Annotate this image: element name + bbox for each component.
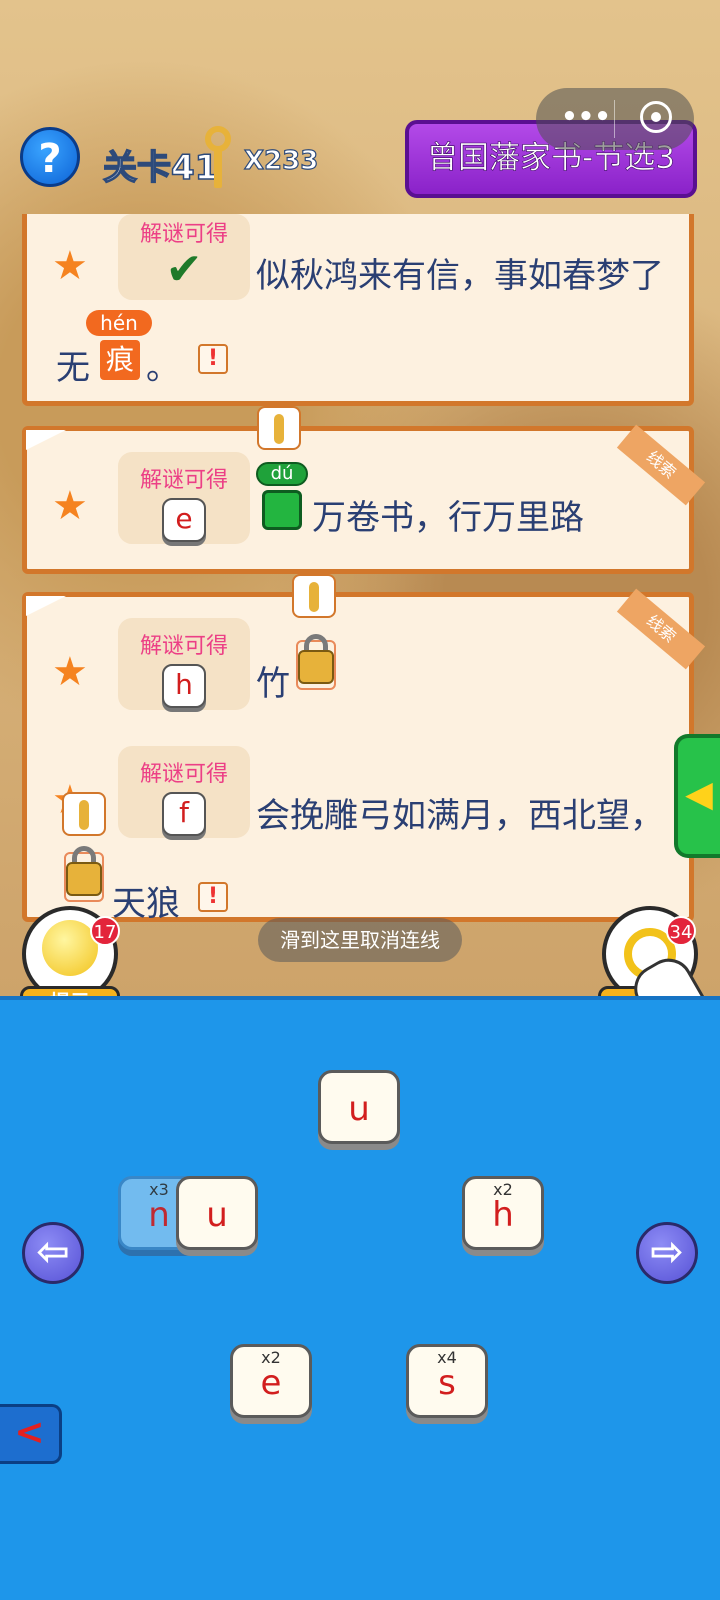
warning-icon[interactable]: ! [198, 344, 228, 374]
key-count: X233 [243, 145, 319, 176]
tile-letter: s [438, 1363, 456, 1403]
checkmark-icon: ✔ [165, 244, 203, 295]
letter-tile[interactable]: x4 s [406, 1344, 488, 1418]
letter-tile[interactable]: u [318, 1070, 400, 1144]
tile-letter: n [148, 1195, 170, 1235]
verse-text: 天狼 [112, 884, 180, 924]
key-pin [257, 406, 301, 450]
cancel-link-tip: 滑到这里取消连线 [258, 918, 462, 962]
verse-text: 。 [146, 348, 180, 388]
key-pin [62, 792, 106, 836]
previous-arrow-button[interactable]: ⇦ [22, 1222, 84, 1284]
key-pin [292, 574, 336, 618]
more-menu-button[interactable]: ••• [556, 92, 616, 146]
star-icon: ★ [52, 649, 88, 695]
verse-text: 竹 [256, 664, 290, 704]
reward-label: 解谜可得 [139, 634, 228, 659]
key-icon-shaft [214, 150, 222, 188]
pinyin-badge: hén [86, 310, 152, 336]
tile-letter: e [260, 1363, 282, 1403]
tile-multiplier: x2 [261, 1348, 281, 1367]
tile-letter: h [492, 1195, 514, 1235]
reward-box: 解谜可得 f [118, 746, 250, 838]
key-icon [274, 414, 284, 444]
hint-count-badge: 17 [90, 916, 120, 946]
verse-text: 会挽雕弓如满月，西北望， [256, 796, 664, 836]
reward-box: 解谜可得 ✔ [118, 214, 250, 300]
tile-letter: u [206, 1195, 228, 1235]
level-label: 关卡41 [102, 147, 219, 189]
letter-tile[interactable]: x2 e [230, 1344, 312, 1418]
reward-letter: e [162, 498, 206, 542]
triangle-left-icon: ◀ [685, 774, 713, 815]
letter-tile[interactable]: x2 h [462, 1176, 544, 1250]
key-icon [79, 800, 89, 830]
star-icon: ★ [52, 243, 88, 289]
verse-text: 无 [56, 348, 90, 388]
tile-multiplier: x4 [437, 1348, 457, 1367]
answer-slot[interactable] [262, 490, 302, 530]
letter-tile[interactable]: u [176, 1176, 258, 1250]
close-target-icon[interactable] [640, 101, 672, 133]
reward-letter: f [162, 792, 206, 836]
reward-label: 解谜可得 [139, 762, 228, 787]
verse-text: 似秋鸿来有信，事如春梦了 [256, 256, 664, 296]
reward-box: 解谜可得 e [118, 452, 250, 544]
tool-count-badge: 34 [666, 916, 696, 946]
lock-icon [298, 650, 334, 684]
verse-text: 万卷书，行万里路 [312, 498, 584, 538]
key-icon [205, 126, 231, 152]
next-arrow-button[interactable]: ⇨ [636, 1222, 698, 1284]
back-button[interactable]: < [0, 1404, 62, 1464]
side-drawer-tab[interactable]: ◀ [674, 734, 720, 858]
tile-multiplier: x2 [493, 1180, 513, 1199]
answer-char: 痕 [100, 340, 140, 380]
warning-icon[interactable]: ! [198, 882, 228, 912]
reward-box: 解谜可得 h [118, 618, 250, 710]
tile-letter: u [348, 1089, 370, 1129]
key-icon [309, 582, 319, 612]
help-button[interactable]: ? [20, 127, 80, 187]
reward-label: 解谜可得 [139, 468, 228, 493]
reward-letter: h [162, 664, 206, 708]
lock-icon [66, 862, 102, 896]
star-icon: ★ [52, 483, 88, 529]
capsule-divider [614, 100, 615, 138]
pinyin-badge: dú [256, 462, 308, 486]
